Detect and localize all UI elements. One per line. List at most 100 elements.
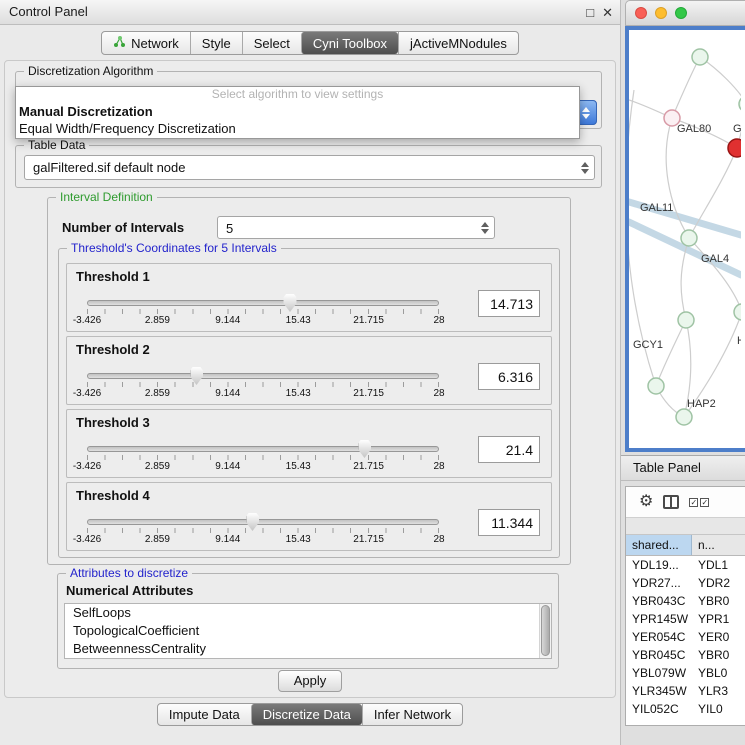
tab-select[interactable]: Select bbox=[242, 32, 301, 54]
threshold-1-slider[interactable]: -3.426 2.859 9.144 15.43 21.715 28 bbox=[87, 300, 439, 328]
slider-scale: -3.426 2.859 9.144 15.43 21.715 28 bbox=[87, 461, 439, 474]
node-label: HAP2 bbox=[687, 398, 716, 410]
network-node[interactable] bbox=[692, 49, 708, 65]
threshold-1-panel: Threshold 1 -3.426 2.859 9.144 15.43 21.… bbox=[66, 263, 552, 332]
table-row[interactable]: YDR27...YDR2 bbox=[626, 574, 745, 592]
slider-track[interactable] bbox=[87, 446, 439, 452]
tab-jactivemnodules[interactable]: jActiveMNodules bbox=[398, 32, 518, 54]
slider-scale: -3.426 2.859 9.144 15.43 21.715 28 bbox=[87, 315, 439, 328]
slider-ticks bbox=[87, 309, 439, 314]
node-label: GCY1 bbox=[633, 339, 663, 351]
network-node[interactable] bbox=[676, 409, 692, 425]
tab-infer-network[interactable]: Infer Network bbox=[362, 704, 462, 725]
tab-cyni-toolbox[interactable]: Cyni Toolbox bbox=[301, 32, 398, 54]
network-view-frame: GAL80 GA GAL11 GAL4 GCY1 H HAP2 bbox=[625, 26, 745, 452]
dropdown-option-equal-width[interactable]: Equal Width/Frequency Discretization bbox=[16, 120, 579, 137]
table-row[interactable]: YPR145WYPR1 bbox=[626, 610, 745, 628]
attributes-group: Attributes to discretize Numerical Attri… bbox=[57, 573, 559, 669]
table-row[interactable]: YBR045CYBR0 bbox=[626, 646, 745, 664]
network-node[interactable] bbox=[681, 230, 697, 246]
network-node-selected[interactable] bbox=[728, 139, 741, 157]
interval-definition-group-label: Interval Definition bbox=[56, 190, 157, 205]
column-header-name[interactable]: n... bbox=[692, 535, 745, 555]
scrollbar-thumb[interactable] bbox=[541, 605, 550, 656]
table-data-combobox[interactable]: galFiltered.sif default node bbox=[24, 155, 595, 180]
close-icon[interactable]: ✕ bbox=[602, 5, 613, 21]
network-view-window: GAL80 GA GAL11 GAL4 GCY1 H HAP2 bbox=[625, 0, 745, 452]
network-node[interactable] bbox=[648, 378, 664, 394]
combobox-stepper-icon[interactable] bbox=[581, 162, 589, 174]
table-row[interactable]: YBL079WYBL0 bbox=[626, 664, 745, 682]
slider-track[interactable] bbox=[87, 300, 439, 306]
slider-track[interactable] bbox=[87, 519, 439, 525]
float-window-icon[interactable]: □ bbox=[586, 5, 594, 20]
numerical-attributes-list[interactable]: SelfLoops TopologicalCoefficient Between… bbox=[64, 603, 552, 659]
combobox-stepper-icon[interactable] bbox=[481, 222, 489, 234]
network-canvas[interactable]: GAL80 GA GAL11 GAL4 GCY1 H HAP2 bbox=[629, 30, 741, 448]
table-row[interactable]: YLR345WYLR3 bbox=[626, 682, 745, 700]
slider-scale: -3.426 2.859 9.144 15.43 21.715 28 bbox=[87, 534, 439, 547]
network-window-titlebar[interactable] bbox=[625, 0, 745, 26]
table-data-group: Table Data galFiltered.sif default node bbox=[15, 145, 602, 188]
node-label: GA bbox=[733, 123, 741, 135]
attribute-table: ⚙ ✓ ✓ shared... n... YDL19...YDL1 YDR27.… bbox=[625, 486, 745, 726]
table-header-row: shared... n... bbox=[626, 535, 745, 556]
apply-button[interactable]: Apply bbox=[278, 670, 342, 692]
tab-network-label: Network bbox=[131, 36, 179, 51]
tab-style[interactable]: Style bbox=[190, 32, 242, 54]
dropdown-placeholder: Select algorithm to view settings bbox=[16, 87, 579, 103]
slider-track[interactable] bbox=[87, 373, 439, 379]
threshold-3-slider[interactable]: -3.426 2.859 9.144 15.43 21.715 28 bbox=[87, 446, 439, 474]
network-edge bbox=[672, 57, 700, 118]
list-item[interactable]: SelfLoops bbox=[65, 604, 551, 622]
gear-icon[interactable]: ⚙ bbox=[639, 494, 653, 510]
threshold-4-value-field[interactable] bbox=[478, 509, 540, 536]
table-row[interactable]: YIL052CYIL0 bbox=[626, 700, 745, 718]
threshold-2-value-field[interactable] bbox=[478, 363, 540, 390]
table-row[interactable]: YER054CYER0 bbox=[626, 628, 745, 646]
tab-network[interactable]: Network bbox=[102, 32, 190, 54]
list-scrollbar[interactable] bbox=[539, 604, 551, 658]
node-label: GAL80 bbox=[677, 123, 711, 135]
threshold-1-value-field[interactable] bbox=[478, 290, 540, 317]
node-label: GAL11 bbox=[640, 202, 673, 214]
columns-icon[interactable] bbox=[663, 495, 679, 509]
list-item[interactable]: BetweennessCentrality bbox=[65, 640, 551, 658]
bottom-tabstrip: Impute Data Discretize Data Infer Networ… bbox=[0, 703, 620, 726]
tab-discretize-data[interactable]: Discretize Data bbox=[251, 704, 362, 725]
threshold-2-slider[interactable]: -3.426 2.859 9.144 15.43 21.715 28 bbox=[87, 373, 439, 401]
table-panel-header[interactable]: Table Panel bbox=[621, 455, 745, 481]
right-pane: GAL80 GA GAL11 GAL4 GCY1 H HAP2 Table Pa… bbox=[621, 0, 745, 745]
node-label: H bbox=[737, 335, 741, 347]
number-of-intervals-combobox[interactable]: 5 bbox=[217, 216, 495, 239]
dropdown-option-manual[interactable]: Manual Discretization bbox=[16, 103, 579, 120]
list-item[interactable]: TopologicalCoefficient bbox=[65, 622, 551, 640]
zoom-traffic-light-icon[interactable] bbox=[675, 7, 687, 19]
threshold-3-value-field[interactable] bbox=[478, 436, 540, 463]
column-header-shared-name[interactable]: shared... bbox=[626, 535, 692, 555]
select-columns-icon[interactable]: ✓ ✓ bbox=[689, 498, 709, 507]
network-edge bbox=[656, 320, 686, 386]
top-tabstrip: Network Style Select Cyni Toolbox jActiv… bbox=[0, 31, 620, 55]
network-node[interactable] bbox=[734, 304, 741, 320]
network-icon bbox=[113, 35, 126, 51]
threshold-4-slider[interactable]: -3.426 2.859 9.144 15.43 21.715 28 bbox=[87, 519, 439, 547]
discretization-algorithm-group-label: Discretization Algorithm bbox=[24, 64, 157, 79]
network-node[interactable] bbox=[678, 312, 694, 328]
threshold-3-panel: Threshold 3 -3.426 2.859 9.144 15.43 21.… bbox=[66, 409, 552, 478]
slider-scale: -3.426 2.859 9.144 15.43 21.715 28 bbox=[87, 388, 439, 401]
node-label: GAL4 bbox=[701, 253, 729, 265]
tab-impute-data[interactable]: Impute Data bbox=[158, 704, 251, 725]
interval-definition-group: Interval Definition Number of Intervals … bbox=[47, 197, 571, 565]
threshold-4-label: Threshold 4 bbox=[76, 488, 150, 503]
attributes-group-label: Attributes to discretize bbox=[66, 566, 192, 581]
control-panel-titlebar[interactable]: Control Panel □ ✕ bbox=[0, 0, 620, 25]
table-row[interactable]: YDL19...YDL1 bbox=[626, 556, 745, 574]
threshold-2-panel: Threshold 2 -3.426 2.859 9.144 15.43 21.… bbox=[66, 336, 552, 405]
minimize-traffic-light-icon[interactable] bbox=[655, 7, 667, 19]
close-traffic-light-icon[interactable] bbox=[635, 7, 647, 19]
table-row[interactable]: YBR043CYBR0 bbox=[626, 592, 745, 610]
network-node[interactable] bbox=[739, 96, 741, 112]
threshold-4-panel: Threshold 4 -3.426 2.859 9.144 15.43 21.… bbox=[66, 482, 552, 551]
window-title: Control Panel bbox=[0, 0, 620, 24]
